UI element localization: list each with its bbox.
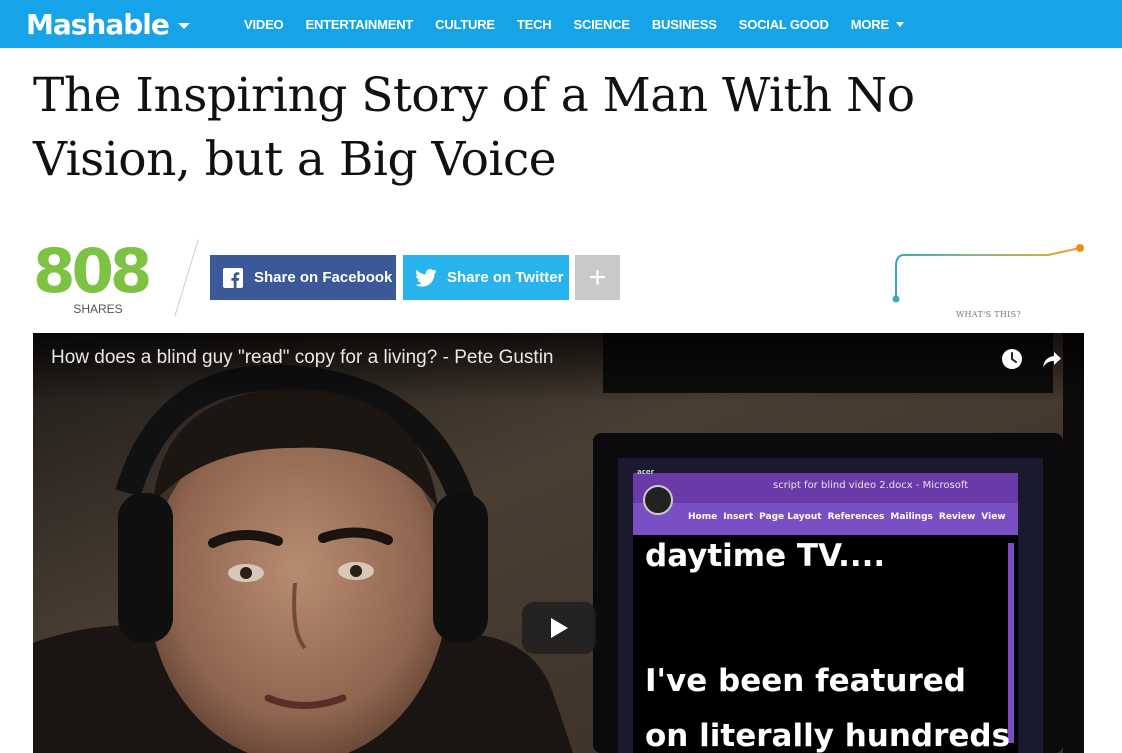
script-line-3: on literally hundreds — [645, 718, 1011, 753]
chevron-down-icon — [895, 21, 904, 27]
video-player[interactable]: acer script for blind video 2.docx - Mic… — [33, 333, 1084, 753]
chevron-down-icon — [177, 23, 190, 29]
play-icon — [551, 618, 568, 638]
word-window-title: script for blind video 2.docx - Microsof… — [773, 480, 969, 491]
mashable-logo[interactable]: Mashable — [26, 6, 190, 42]
script-line-2: I've been featured — [645, 663, 966, 699]
share-count: 808 — [33, 236, 152, 307]
shares-label: SHARES — [73, 302, 123, 316]
nav-item-tech[interactable]: TECH — [506, 0, 563, 48]
plus-icon: + — [588, 260, 607, 294]
monitor-brand: acer — [637, 468, 655, 476]
ribbon-tab-review: Review — [938, 512, 976, 522]
share-arrow-icon[interactable] — [1040, 347, 1064, 371]
logo-text: Mashable — [26, 7, 170, 41]
nav-item-culture[interactable]: CULTURE — [424, 0, 506, 48]
share-velocity-graph — [892, 244, 1084, 303]
nav-item-more-label: MORE — [850, 16, 889, 32]
nav-item-entertainment[interactable]: ENTERTAINMENT — [294, 0, 424, 48]
nav-item-business[interactable]: BUSINESS — [641, 0, 728, 48]
ribbon-tab-page-layout: Page Layout — [759, 512, 822, 522]
more-share-options-button[interactable]: + — [575, 255, 620, 300]
twitter-bird-icon — [415, 267, 437, 289]
facebook-icon — [222, 267, 244, 289]
nav-item-video[interactable]: VIDEO — [233, 0, 294, 48]
graph-end-point — [1076, 244, 1084, 252]
share-facebook-label: Share on Facebook — [254, 269, 393, 286]
whats-this-link[interactable]: WHAT'S THIS? — [956, 310, 1021, 319]
share-divider — [174, 239, 199, 317]
article-headline: The Inspiring Story of a Man With No Vis… — [33, 68, 915, 187]
video-controls-top — [1000, 347, 1064, 371]
ribbon-tab-view: View — [981, 512, 1006, 522]
ribbon-tab-mailings: Mailings — [890, 512, 933, 522]
share-twitter-button[interactable]: Share on Twitter — [403, 255, 569, 300]
ribbon-tab-references: References — [827, 512, 885, 522]
top-nav-bar: Mashable VIDEO ENTERTAINMENT CULTURE TEC… — [0, 0, 1122, 48]
ribbon-tab-insert: Insert — [723, 512, 754, 522]
nav-item-more[interactable]: MORE — [840, 0, 915, 48]
play-button[interactable] — [522, 602, 596, 654]
watch-later-icon[interactable] — [1000, 347, 1024, 371]
share-twitter-label: Share on Twitter — [447, 269, 564, 286]
nav-menu: VIDEO ENTERTAINMENT CULTURE TECH SCIENCE… — [233, 0, 915, 48]
script-line-1: daytime TV.... — [645, 538, 886, 574]
nav-item-science[interactable]: SCIENCE — [562, 0, 640, 48]
share-facebook-button[interactable]: Share on Facebook — [210, 255, 396, 300]
nav-item-social-good[interactable]: SOCIAL GOOD — [728, 0, 840, 48]
video-title[interactable]: How does a blind guy "read" copy for a l… — [51, 347, 553, 369]
word-ribbon-tabs: Home Insert Page Layout References Maili… — [688, 512, 1006, 522]
graph-start-point — [892, 295, 900, 303]
ribbon-tab-home: Home — [688, 512, 718, 522]
